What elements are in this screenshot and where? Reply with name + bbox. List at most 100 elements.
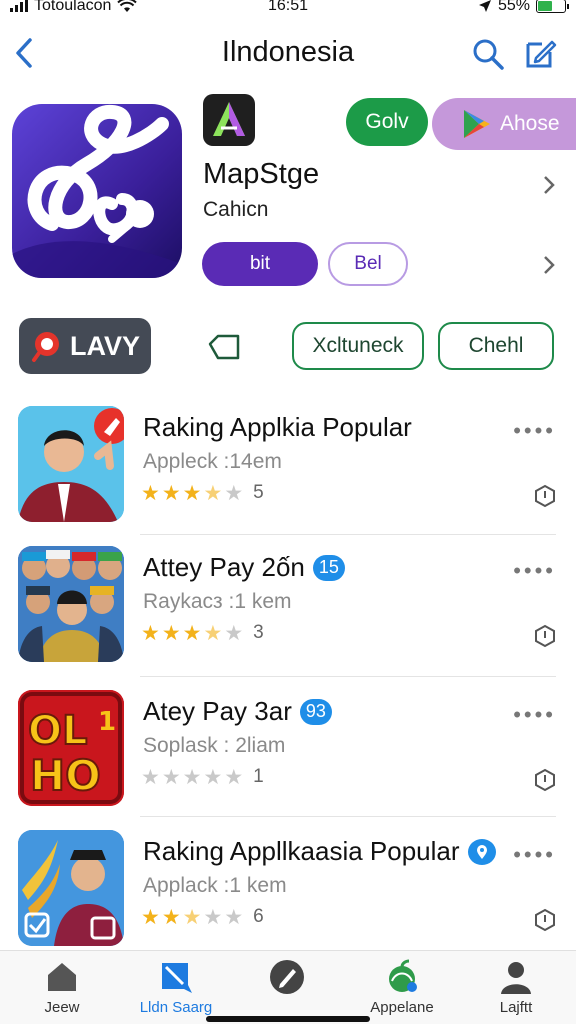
featured-app-subtitle: Cahicn	[203, 198, 269, 221]
featured-logo-glyph	[12, 104, 182, 278]
tab-label: Appelane	[370, 999, 434, 1016]
apple-icon	[389, 959, 417, 992]
list-item[interactable]: Raking Appllkaasia Popular Applack :1 ke…	[0, 830, 576, 970]
star-empty-icon: ★	[161, 765, 181, 789]
star-full-icon: ★	[141, 621, 160, 645]
thumb-text-top: OL	[28, 708, 88, 754]
app-name: Raking Applkia Popular	[143, 412, 412, 442]
list-item[interactable]: Raking Applkia Popular Appleck :14em ★ ★ ★…	[0, 406, 576, 546]
chehl-chip[interactable]: Chehl	[438, 322, 554, 370]
chevron-right-icon[interactable]	[542, 254, 556, 276]
compose-icon[interactable]	[522, 36, 558, 72]
divider	[140, 676, 556, 677]
star-rating: ★ ★ ★ ★ ★ 3	[141, 622, 264, 644]
app-meta: Applack :1 kem	[143, 874, 287, 897]
app-meta: Raykacз :1 kem	[143, 590, 292, 613]
chevron-right-icon[interactable]	[542, 174, 556, 196]
star-empty-icon: ★	[141, 765, 160, 789]
tab-bar: Jeew Lldn Saarg Appelane Lajftt	[0, 950, 576, 1024]
search-icon[interactable]	[470, 36, 506, 72]
play-store-icon	[464, 110, 490, 138]
tab-apps[interactable]: Appelane	[352, 959, 452, 1016]
nav-bar: Ilndonesia	[0, 22, 576, 82]
star-full-icon: ★	[161, 481, 181, 505]
star-empty-icon: ★	[203, 765, 223, 789]
timer-icon[interactable]	[534, 768, 556, 792]
ahose-button[interactable]: Ahose	[432, 98, 576, 150]
rating-count: 3	[253, 622, 264, 643]
golv-button[interactable]: Golv	[346, 98, 428, 146]
share-hex-icon[interactable]	[534, 624, 556, 648]
battery-icon	[536, 0, 569, 13]
pen-icon	[270, 960, 304, 994]
star-empty-icon: ★	[224, 765, 244, 789]
tab-label: Lajftt	[499, 999, 533, 1016]
count-badge: 93	[299, 698, 332, 725]
tab-label: Jeew	[44, 999, 80, 1016]
app-thumbnail	[18, 406, 124, 522]
star-rating: ★ ★ ★ ★ ★ 1	[141, 766, 264, 788]
star-empty-icon: ★	[224, 621, 244, 645]
star-full-icon: ★	[161, 621, 181, 645]
app-name: Attey Pay 2ốn 15	[143, 552, 345, 583]
game-logo-icon: OL 1 HO	[18, 690, 124, 806]
star-half-icon: ★	[203, 481, 223, 505]
secondary-app-icon[interactable]	[203, 94, 255, 146]
rating-count: 6	[253, 906, 264, 927]
star-full-icon: ★	[161, 905, 181, 929]
featured-app-name: MapStge	[203, 158, 320, 190]
tag-icon[interactable]	[206, 330, 242, 362]
star-full-icon: ★	[141, 905, 160, 929]
thumb-text-bottom: HO	[30, 751, 101, 800]
tab-label: Lldn Saarg	[139, 999, 213, 1016]
star-full-icon: ★	[141, 481, 160, 505]
home-icon	[48, 963, 76, 991]
location-badge-icon	[467, 838, 496, 865]
thumb-text-num: 1	[98, 707, 116, 737]
tab-store[interactable]: Lldn Saarg	[126, 959, 226, 1016]
star-half-icon: ★	[182, 905, 202, 929]
app-thumbnail: OL 1 HO	[18, 690, 124, 806]
more-options-icon[interactable]: ••••	[513, 418, 556, 444]
person-icon	[501, 962, 531, 994]
person-photo-icon	[18, 830, 124, 946]
divider	[140, 534, 556, 535]
star-empty-icon: ★	[182, 765, 202, 789]
share-hex-icon[interactable]	[534, 484, 556, 508]
lavy-chip[interactable]: LAVY	[19, 318, 151, 374]
location-arrow-icon	[478, 0, 491, 12]
triangle-logo-icon	[213, 102, 245, 136]
battery-percent: 55%	[497, 0, 530, 14]
star-rating: ★ ★ ★ ★ ★ 6	[141, 906, 264, 928]
xcltuneck-chip[interactable]: Xcltuneck	[292, 322, 424, 370]
timer-icon[interactable]	[534, 908, 556, 932]
more-options-icon[interactable]: ••••	[513, 558, 556, 584]
rating-count: 5	[253, 482, 264, 503]
divider	[140, 816, 556, 817]
status-bar: Totoulacon 16:51 55%	[0, 0, 576, 22]
app-thumbnail	[18, 830, 124, 946]
star-empty-icon: ★	[224, 905, 244, 929]
bit-button[interactable]: bit	[202, 242, 318, 286]
list-item[interactable]: OL 1 HO Atey Pay 3ar 93 Soplask : 2liam ★…	[0, 690, 576, 830]
search-pin-icon	[31, 332, 59, 362]
tab-home[interactable]: Jeew	[12, 959, 112, 1016]
count-badge: 15	[312, 554, 345, 581]
store-icon	[162, 963, 192, 993]
app-name: Atey Pay 3ar 93	[143, 696, 332, 727]
more-options-icon[interactable]: ••••	[513, 842, 556, 868]
rating-count: 1	[253, 766, 264, 787]
app-thumbnail	[18, 546, 124, 662]
featured-app-icon[interactable]	[12, 104, 182, 278]
tab-create[interactable]	[237, 959, 337, 999]
tab-profile[interactable]: Lajftt	[466, 959, 566, 1016]
star-empty-icon: ★	[203, 905, 223, 929]
list-item[interactable]: Attey Pay 2ốn 15 Raykacз :1 kem ★ ★ ★ ★ ★ 3 ••…	[0, 546, 576, 686]
star-half-icon: ★	[203, 621, 223, 645]
bel-button[interactable]: Bel	[328, 242, 408, 286]
person-photo-icon	[18, 406, 124, 522]
star-full-icon: ★	[182, 621, 202, 645]
star-full-icon: ★	[182, 481, 202, 505]
star-empty-icon: ★	[224, 481, 244, 505]
more-options-icon[interactable]: ••••	[513, 702, 556, 728]
